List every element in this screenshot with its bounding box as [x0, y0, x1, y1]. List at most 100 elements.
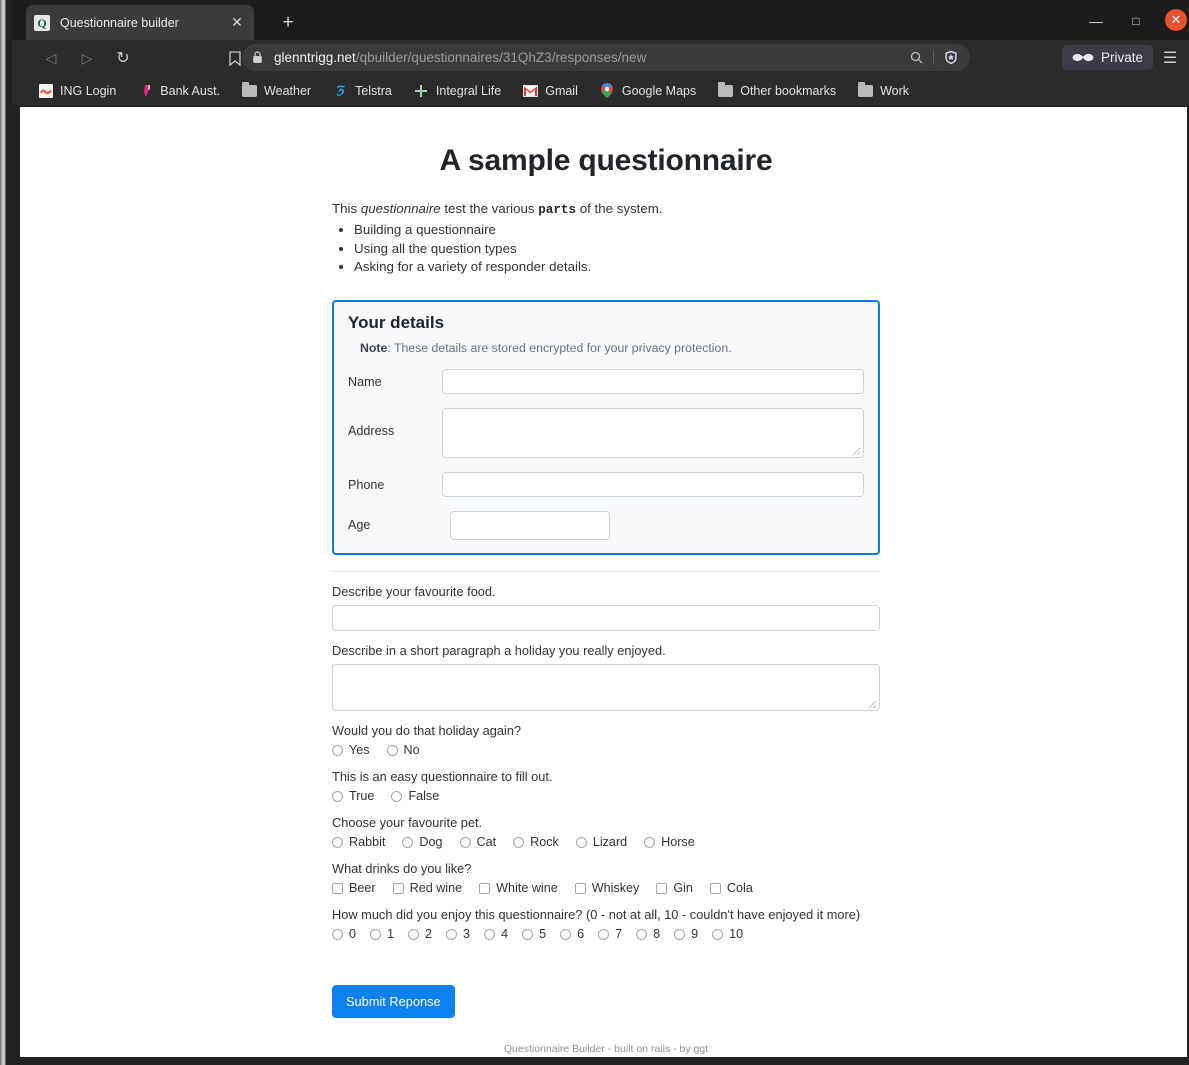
radio-icon[interactable] [712, 928, 724, 940]
bookmark-label: Telstra [355, 83, 392, 98]
radio-option[interactable]: Horse [644, 835, 695, 849]
radio-icon[interactable] [446, 928, 458, 940]
radio-option[interactable]: False [391, 789, 439, 803]
radio-option[interactable]: 5 [522, 927, 546, 941]
tab-close-icon[interactable]: ✕ [228, 14, 246, 32]
checkbox-option[interactable]: Red wine [392, 881, 462, 895]
radio-icon[interactable] [370, 928, 382, 940]
bookmark-bank-aust[interactable]: Bank Aust. [138, 83, 220, 98]
radio-option[interactable]: Rock [513, 835, 559, 849]
bookmark-google-maps[interactable]: Google Maps [600, 83, 696, 98]
holiday-paragraph-textarea[interactable] [332, 664, 880, 712]
resize-grip-icon[interactable] [852, 447, 861, 456]
checkbox-icon[interactable] [479, 882, 491, 894]
checkbox-option[interactable]: Beer [332, 881, 376, 895]
intro-paragraph: This questionnaire test the various part… [332, 199, 880, 219]
radio-icon[interactable] [332, 790, 343, 802]
radio-option[interactable]: 6 [560, 927, 584, 941]
search-icon[interactable] [907, 51, 925, 64]
checkbox-icon[interactable] [392, 882, 404, 894]
bookmark-other-bookmarks[interactable]: Other bookmarks [718, 81, 836, 98]
radio-icon[interactable] [598, 928, 610, 940]
radio-icon[interactable] [522, 928, 534, 940]
radio-icon[interactable] [484, 928, 496, 940]
forward-icon[interactable]: ▷ [72, 45, 102, 71]
checkbox-option[interactable]: Cola [709, 881, 753, 895]
radio-option[interactable]: 1 [370, 927, 394, 941]
window-close-button[interactable]: ✕ [1165, 9, 1187, 31]
bookmark-weather[interactable]: Weather [242, 81, 311, 98]
radio-option[interactable]: Rabbit [332, 835, 385, 849]
radio-option[interactable]: 2 [408, 927, 432, 941]
google-maps-icon [600, 83, 615, 98]
options-drinks: Beer Red wine White wine Whiskey Gin Col… [332, 881, 880, 895]
checkbox-icon[interactable] [574, 882, 586, 894]
radio-option[interactable]: 3 [446, 927, 470, 941]
bookmark-gmail[interactable]: Gmail [523, 83, 578, 98]
radio-icon[interactable] [674, 928, 686, 940]
question-label-easy-questionnaire: This is an easy questionnaire to fill ou… [332, 769, 553, 785]
checkbox-icon[interactable] [709, 882, 721, 894]
browser-menu-button[interactable]: ☰ [1158, 45, 1182, 70]
bookmark-work[interactable]: Work [858, 81, 909, 98]
radio-icon[interactable] [402, 836, 414, 848]
radio-option[interactable]: Dog [402, 835, 443, 849]
radio-option[interactable]: 7 [598, 927, 622, 941]
radio-option[interactable]: True [332, 789, 374, 803]
new-tab-button[interactable]: + [274, 9, 302, 37]
back-icon[interactable]: ◁ [36, 45, 66, 71]
checkbox-option[interactable]: White wine [479, 881, 558, 895]
checkbox-option[interactable]: Gin [656, 881, 693, 895]
checkbox-icon[interactable] [332, 882, 343, 894]
favourite-food-input[interactable] [332, 605, 880, 632]
folder-icon [242, 81, 258, 98]
name-input[interactable] [442, 369, 864, 395]
radio-option[interactable]: Lizard [575, 835, 627, 849]
radio-option[interactable]: 10 [712, 927, 743, 941]
radio-option[interactable]: Cat [459, 835, 496, 849]
reload-icon[interactable]: ↻ [108, 45, 138, 71]
radio-option[interactable]: Yes [332, 743, 370, 757]
radio-icon[interactable] [332, 744, 343, 756]
checkbox-option[interactable]: Whiskey [574, 881, 639, 895]
radio-icon[interactable] [636, 928, 648, 940]
option-label: 9 [691, 927, 699, 942]
option-label: 8 [653, 927, 661, 942]
radio-option[interactable]: 4 [484, 927, 508, 941]
radio-icon[interactable] [408, 928, 420, 940]
browser-tab[interactable]: Q Questionnaire builder ✕ [26, 5, 254, 40]
checkbox-icon[interactable] [656, 882, 668, 894]
age-input[interactable] [450, 511, 610, 541]
radio-icon[interactable] [560, 928, 572, 940]
radio-icon[interactable] [386, 744, 398, 756]
address-textarea[interactable] [442, 408, 864, 459]
phone-input[interactable] [442, 472, 864, 498]
radio-icon[interactable] [513, 836, 525, 848]
option-label: Horse [661, 835, 695, 850]
window-minimize-button[interactable]: — [1085, 11, 1107, 31]
submit-response-button[interactable]: Submit Reponse [332, 985, 455, 1019]
radio-option[interactable]: 0 [332, 927, 356, 941]
page-footer: Questionnaire Builder - built on rails -… [503, 1043, 709, 1056]
url-text: glenntrigg.net/qbuilder/questionnaires/3… [274, 50, 907, 65]
bookmark-integral-life[interactable]: Integral Life [414, 83, 501, 98]
question-label-enjoyment-rating: How much did you enjoy this questionnair… [332, 907, 861, 923]
page-content: A sample questionnaire This questionnair… [332, 107, 880, 1055]
radio-icon[interactable] [459, 836, 471, 848]
radio-option[interactable]: 8 [636, 927, 660, 941]
bookmark-label: Gmail [545, 83, 578, 98]
radio-option[interactable]: 9 [674, 927, 698, 941]
window-maximize-button[interactable]: □ [1125, 11, 1147, 31]
brave-shield-icon[interactable] [942, 50, 960, 65]
bookmark-telstra[interactable]: Telstra [333, 83, 392, 98]
radio-icon[interactable] [332, 836, 343, 848]
radio-icon[interactable] [391, 790, 403, 802]
bookmark-ing-login[interactable]: ING Login [38, 83, 116, 98]
private-mode-indicator[interactable]: Private [1062, 45, 1154, 70]
radio-option[interactable]: No [386, 743, 420, 757]
radio-icon[interactable] [644, 836, 656, 848]
resize-grip-icon[interactable] [868, 700, 877, 709]
radio-icon[interactable] [575, 836, 587, 848]
address-bar[interactable]: glenntrigg.net/qbuilder/questionnaires/3… [242, 44, 970, 71]
radio-icon[interactable] [332, 928, 343, 940]
